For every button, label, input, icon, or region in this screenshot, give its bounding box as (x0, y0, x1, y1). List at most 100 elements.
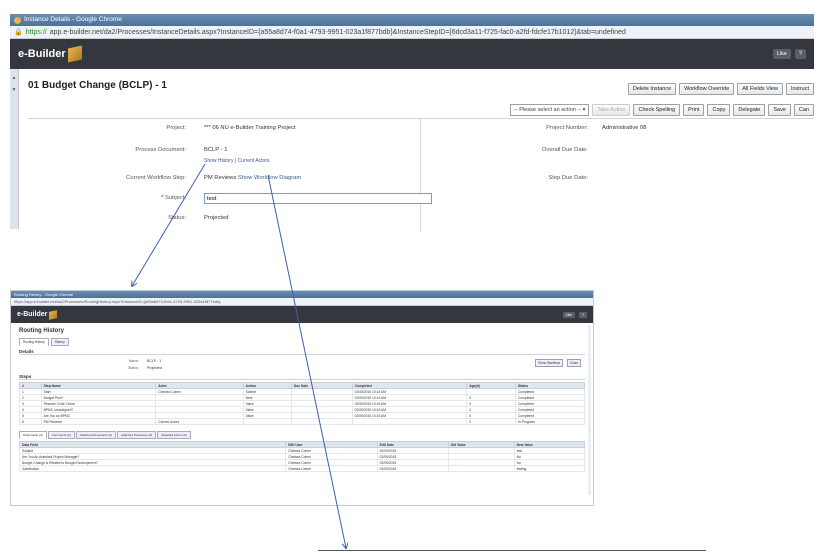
detail-value: BCLP - 1 (147, 358, 162, 363)
tab-history[interactable]: History (50, 338, 69, 346)
bottom-tab[interactable]: Comments (0) (47, 431, 75, 439)
logo-text: e-Builder (17, 311, 48, 318)
cancel-button[interactable]: Can (793, 104, 814, 116)
process-document-label: Process Document: (135, 147, 186, 153)
table-cell: 0 (466, 418, 516, 425)
delete-instance-button[interactable]: Delete Instance (627, 83, 677, 95)
workflow-step-label: Current Workflow Step: (126, 175, 186, 181)
logo-text: e-Builder (18, 48, 66, 60)
window2-app-header: e-Builder Like ? (11, 306, 593, 323)
window-title: Instance Details - Google Chrome (24, 16, 122, 23)
detail-name-row: Name: BCLP - 1 (119, 357, 585, 364)
window-titlebar: Instance Details - Google Chrome (10, 14, 814, 26)
e-builder-logo[interactable]: e-Builder (18, 45, 82, 63)
routing-history-content: Routing History Routing History History … (11, 323, 593, 475)
workflow-step-value: PM Reviews Show Workflow Diagram (204, 175, 301, 181)
data-fields-table: Data Field Edit User Edit Date Old Value New… (18, 441, 586, 472)
save-button[interactable]: Save (768, 104, 791, 116)
data-field-row: Justification Chelsea Cohen 02/05/2015 test… (18, 465, 586, 472)
tab-routing-history[interactable]: Routing History (19, 338, 49, 346)
show-workflow-button[interactable]: Show Workflow (535, 359, 563, 367)
action-select[interactable]: -- Please select an action -- ▾ (510, 104, 590, 116)
detail-value: Projected (147, 365, 162, 370)
lock-icon: 🔒 (14, 28, 23, 36)
help-button[interactable]: ? (794, 49, 806, 59)
project-number-label: Project Number: (546, 125, 588, 131)
toolbar-primary: Delete Instance Workflow Override All Fi… (627, 83, 814, 95)
side-arrow-icon: ▼ (11, 87, 17, 93)
show-workflow-diagram-link[interactable]: Show Workflow Diagram (238, 175, 301, 181)
window2-title: Routing History - Google Chrome (11, 291, 593, 298)
detail-key: Name: (128, 358, 139, 363)
table-cell: 6 (19, 418, 42, 425)
chrome-icon (14, 16, 21, 24)
table-cell: 02/05/2015 (376, 465, 449, 472)
logo-cube-icon (49, 309, 58, 320)
routing-tabs: Routing History History (19, 338, 585, 346)
toolbar-secondary: -- Please select an action -- ▾ Take Act… (510, 104, 814, 116)
detail-key: Status: (128, 365, 139, 370)
routing-history-window: Routing History - Google Chrome https://… (10, 290, 594, 506)
step-row: 6 PM Reviews Current Actors 0 In Progress (19, 418, 585, 425)
bottom-tab[interactable]: Attached Forms (0) (157, 431, 191, 439)
subject-input[interactable] (204, 193, 432, 204)
action-select-value: -- Please select an action -- (514, 107, 582, 113)
print-button[interactable]: Print (683, 104, 705, 116)
subject-label: * Subject: (28, 195, 186, 201)
instructions-button[interactable]: Instruct (785, 83, 814, 95)
process-document-value: BCLP - 1 Show History | Current Actors (204, 147, 270, 164)
bottom-tabs: Data Fields (4) Comments (0) Attached Docu… (19, 431, 585, 439)
current-actors-link[interactable]: Current Actors (238, 158, 270, 164)
like-button[interactable]: Like (772, 49, 791, 59)
main-content: ▲ ▼ 01 Budget Change (BCLP) - 1 Delete I… (10, 69, 814, 229)
link-separator: | (234, 158, 237, 164)
table-cell: PM Reviews (40, 418, 157, 425)
window2-scrollbar[interactable] (588, 325, 591, 495)
table-cell (351, 418, 468, 425)
status-value: Projected (204, 215, 229, 221)
side-arrow-icon: ▲ (11, 75, 17, 81)
bottom-tab[interactable]: Attached Documents (0) (75, 431, 117, 439)
like-button[interactable]: Like (562, 311, 576, 318)
routing-history-heading: Routing History (19, 328, 64, 334)
overall-due-date-label: Overall Due Date: (541, 147, 588, 153)
subject-label-text: Subject: (165, 195, 186, 201)
all-fields-view-button[interactable]: All Fields View (737, 83, 783, 95)
detail-status-row: Status: Projected (119, 364, 585, 371)
take-action-button[interactable]: Take Action (592, 104, 631, 116)
logo-cube-icon (67, 45, 82, 63)
status-label: Status: (167, 215, 186, 221)
e-builder-logo[interactable]: e-Builder (17, 309, 58, 320)
bottom-tab[interactable]: Attached Processes (0) (117, 431, 157, 439)
required-marker: * (161, 195, 164, 201)
instance-details-window: Instance Details - Google Chrome 🔒 https… (10, 14, 814, 232)
show-history-link[interactable]: Show History (204, 158, 233, 164)
table-cell (242, 418, 292, 425)
table-cell: testing (513, 465, 586, 472)
close-button[interactable]: Close (566, 359, 581, 367)
step-due-date-label: Step Due Date: (548, 175, 588, 181)
cropped-window-edge (318, 550, 706, 551)
app-header: e-Builder Like ? (10, 39, 814, 69)
help-button[interactable]: ? (579, 311, 587, 318)
project-value: *** 06 NU e-Builder Training Project (204, 125, 296, 131)
delegate-button[interactable]: Delegate (733, 104, 766, 116)
bottom-tab[interactable]: Data Fields (4) (19, 431, 47, 439)
url-scheme: https:// (25, 28, 47, 36)
side-panel-toggle[interactable]: ▲ ▼ (10, 69, 19, 229)
project-label: Project: (166, 125, 186, 131)
table-cell (447, 465, 515, 472)
window2-address-bar[interactable]: https://app.e-builder.net/da2/Processes/… (11, 298, 593, 306)
workflow-step-text: PM Reviews (204, 175, 237, 181)
table-cell: Current Actors (155, 418, 244, 425)
steps-table: # Step Name Actor Action Due Date Completed Ag… (19, 382, 585, 425)
copy-button[interactable]: Copy (707, 104, 731, 116)
url-text: app.e-builder.net/da2/Processes/Instance… (49, 28, 626, 36)
project-number-value: Administrative 08 (602, 125, 647, 131)
table-cell (290, 418, 353, 425)
table-cell: In Progress (515, 418, 585, 425)
table-cell: Justification (18, 465, 287, 472)
check-spelling-button[interactable]: Check Spelling (633, 104, 681, 116)
workflow-override-button[interactable]: Workflow Override (679, 83, 735, 95)
address-bar[interactable]: 🔒 https://app.e-builder.net/da2/Processe… (10, 26, 814, 39)
